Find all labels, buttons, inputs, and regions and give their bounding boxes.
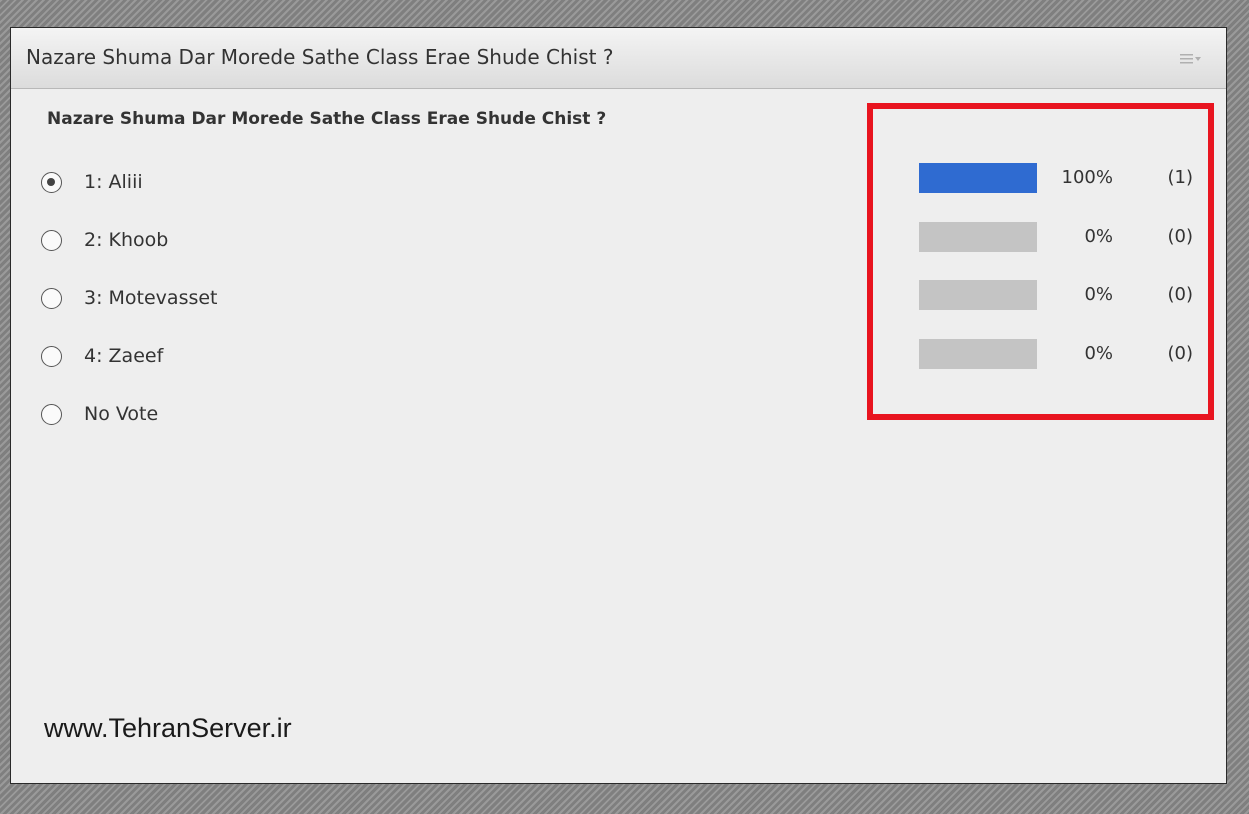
- result-percent: 0%: [1084, 343, 1113, 364]
- poll-option-2[interactable]: 2: Khoob: [41, 226, 218, 284]
- result-row-4: 0% (0): [919, 339, 1199, 369]
- result-percent: 0%: [1084, 284, 1113, 305]
- poll-option-no-vote[interactable]: No Vote: [41, 400, 218, 458]
- result-count: (0): [1167, 343, 1194, 364]
- panel-titlebar: Nazare Shuma Dar Morede Sathe Class Erae…: [11, 28, 1226, 89]
- poll-option-label: 4: Zaeef: [84, 345, 164, 367]
- result-bar-track: [919, 339, 1037, 369]
- result-bar-track: [919, 222, 1037, 252]
- poll-option-label: 1: Aliii: [84, 171, 143, 193]
- result-count: (1): [1167, 167, 1194, 188]
- radio-button[interactable]: [41, 346, 62, 367]
- results-highlight-box: [867, 103, 1214, 420]
- radio-button-selected[interactable]: [41, 172, 62, 193]
- result-count: (0): [1167, 284, 1194, 305]
- poll-option-label: 2: Khoob: [84, 229, 169, 251]
- poll-question: Nazare Shuma Dar Morede Sathe Class Erae…: [47, 109, 607, 129]
- poll-option-label: No Vote: [84, 403, 159, 425]
- radio-button[interactable]: [41, 288, 62, 309]
- poll-option-3[interactable]: 3: Motevasset: [41, 284, 218, 342]
- result-row-3: 0% (0): [919, 280, 1199, 310]
- result-bar-track: [919, 163, 1037, 193]
- poll-panel: Nazare Shuma Dar Morede Sathe Class Erae…: [10, 27, 1227, 784]
- options-menu-icon[interactable]: [1180, 52, 1202, 66]
- poll-option-1[interactable]: 1: Aliii: [41, 168, 218, 226]
- poll-option-label: 3: Motevasset: [84, 287, 218, 309]
- watermark-text: www.TehranServer.ir: [44, 713, 292, 743]
- result-bar-fill: [919, 163, 1037, 193]
- result-row-1: 100% (1): [919, 163, 1199, 193]
- result-bar-track: [919, 280, 1037, 310]
- result-percent: 0%: [1084, 226, 1113, 247]
- result-row-2: 0% (0): [919, 222, 1199, 252]
- result-percent: 100%: [1061, 167, 1113, 188]
- radio-button[interactable]: [41, 230, 62, 251]
- result-count: (0): [1167, 226, 1194, 247]
- panel-title: Nazare Shuma Dar Morede Sathe Class Erae…: [26, 45, 614, 69]
- radio-button[interactable]: [41, 404, 62, 425]
- poll-option-4[interactable]: 4: Zaeef: [41, 342, 218, 400]
- poll-options: 1: Aliii 2: Khoob 3: Motevasset 4: Zaeef…: [41, 168, 218, 458]
